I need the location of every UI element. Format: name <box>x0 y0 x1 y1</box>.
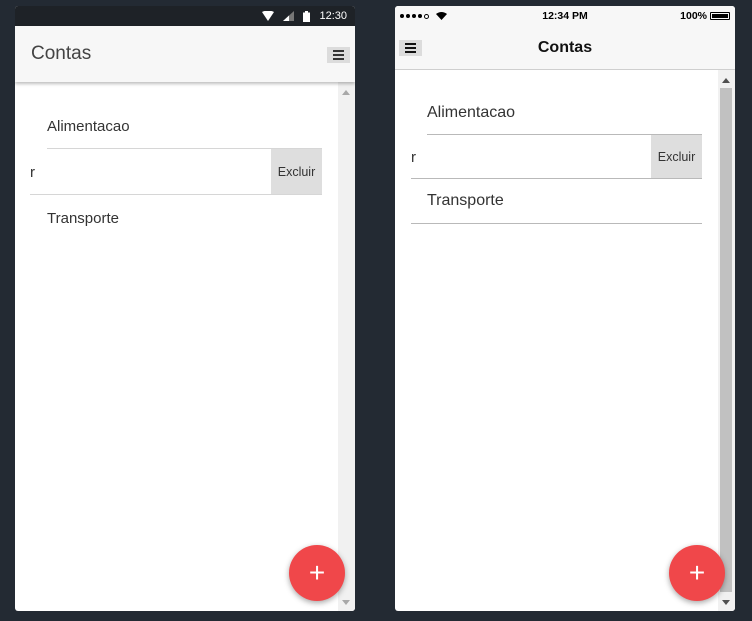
status-time: 12:30 <box>319 10 347 22</box>
divider <box>411 178 702 179</box>
list-item-transporte[interactable]: Transporte <box>427 192 504 210</box>
nav-bar: Contas <box>395 26 735 70</box>
ios-device-screen: 12:34 PM 100% Contas Alimentacao r Exclu… <box>395 6 735 611</box>
plus-icon: + <box>308 557 326 588</box>
accounts-list: Alimentacao r Excluir Transporte <box>395 70 735 611</box>
wifi-icon <box>262 11 275 21</box>
plus-icon: + <box>688 557 706 588</box>
list-item-alimentacao[interactable]: Alimentacao <box>47 118 130 135</box>
signal-icon <box>283 11 295 21</box>
battery-percentage: 100% <box>680 10 707 22</box>
scrollbar[interactable] <box>718 70 735 611</box>
scroll-up-arrow-icon[interactable] <box>722 78 730 83</box>
list-item-alimentacao[interactable]: Alimentacao <box>427 104 515 122</box>
battery-icon <box>710 12 730 20</box>
add-button[interactable]: + <box>669 545 725 601</box>
battery-icon <box>303 10 311 22</box>
delete-button[interactable]: Excluir <box>271 149 322 194</box>
divider <box>411 223 702 224</box>
scroll-down-arrow-icon[interactable] <box>722 600 730 605</box>
hamburger-menu-icon[interactable] <box>327 47 350 63</box>
add-button[interactable]: + <box>289 545 345 601</box>
page-title: Contas <box>537 39 593 56</box>
android-device-screen: 12:30 Contas Alimentacao r Excluir Trans… <box>15 6 355 611</box>
scroll-up-arrow-icon[interactable] <box>342 90 350 95</box>
android-status-bar: 12:30 <box>15 6 355 26</box>
scroll-down-arrow-icon[interactable] <box>342 600 350 605</box>
scrollbar[interactable] <box>338 82 355 611</box>
divider <box>30 194 322 195</box>
ios-status-bar: 12:34 PM 100% <box>395 6 735 26</box>
page-title: Contas <box>31 43 92 64</box>
delete-button[interactable]: Excluir <box>651 135 702 178</box>
list-item-transporte[interactable]: Transporte <box>47 210 119 227</box>
swiped-item-label[interactable]: r <box>30 164 35 181</box>
scrollbar-thumb[interactable] <box>720 88 732 592</box>
swiped-item-label[interactable]: r <box>411 149 416 166</box>
app-bar: Contas <box>15 26 355 82</box>
accounts-list: Alimentacao r Excluir Transporte <box>15 82 355 611</box>
